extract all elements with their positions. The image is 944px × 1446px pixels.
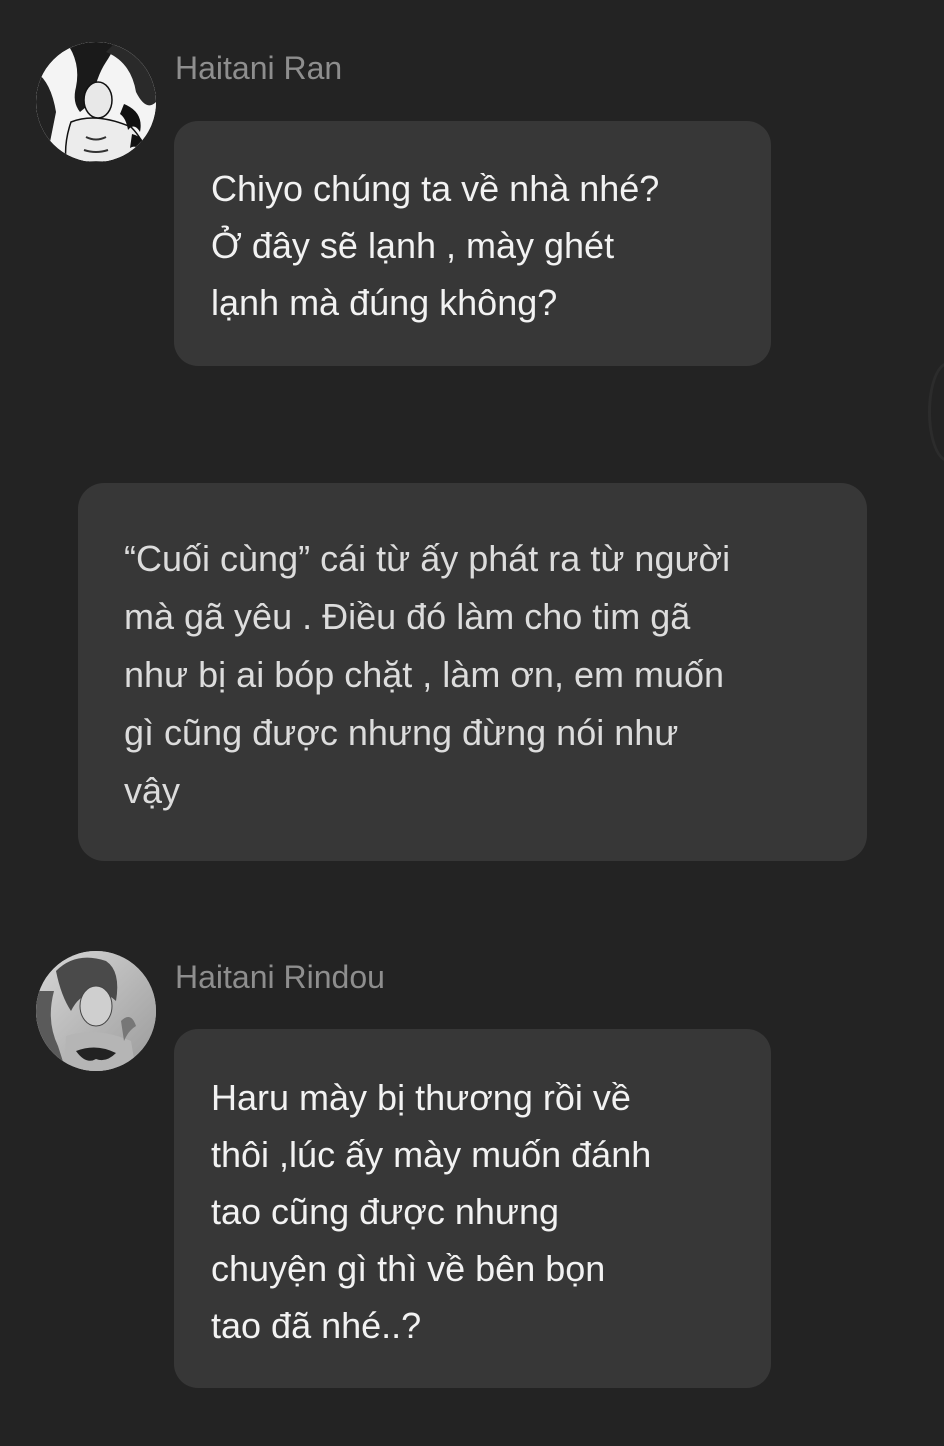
message-bubble[interactable]: Chiyo chúng ta về nhà nhé? Ở đây sẽ lạnh…	[174, 121, 771, 366]
character-avatar-icon	[36, 42, 156, 162]
character-avatar-icon	[36, 951, 156, 1071]
sender-name: Haitani Ran	[175, 50, 343, 86]
avatar-haitani-rindou[interactable]	[36, 951, 156, 1071]
scroll-edge-indicator	[928, 362, 944, 462]
sender-name: Haitani Rindou	[175, 959, 385, 995]
narration-text: “Cuối cùng” cái từ ấy phát ra từ người m…	[124, 538, 731, 811]
message-text: Chiyo chúng ta về nhà nhé? Ở đây sẽ lạnh…	[211, 168, 660, 323]
message-bubble[interactable]: Haru mày bị thương rồi về thôi ,lúc ấy m…	[174, 1029, 771, 1388]
avatar-haitani-ran[interactable]	[36, 42, 156, 162]
message-text: Haru mày bị thương rồi về thôi ,lúc ấy m…	[211, 1077, 652, 1346]
narration-bubble[interactable]: “Cuối cùng” cái từ ấy phát ra từ người m…	[78, 483, 867, 861]
